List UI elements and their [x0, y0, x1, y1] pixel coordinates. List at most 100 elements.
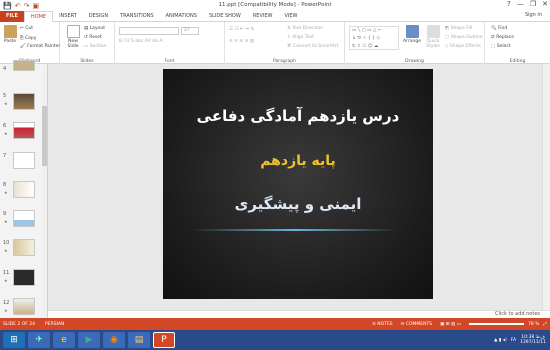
align-text-button[interactable]: ⇳ Align Text — [287, 35, 314, 40]
font-format-buttons[interactable]: B I U S abc AV Aa A — [119, 39, 162, 44]
paragraph-group: ☰ ☷ ⇤ ⇥ ⇅ ≡ ≡ ≡ ≡ ▥ ⇅ Text Direction ⇳ A… — [225, 22, 345, 64]
slide-thumbnail[interactable] — [13, 239, 35, 256]
tab-home[interactable]: HOME — [23, 10, 54, 22]
list-buttons[interactable]: ☰ ☷ ⇤ ⇥ ⇅ — [229, 27, 254, 32]
language-indicator[interactable]: PERSIAN — [45, 322, 64, 327]
start-button[interactable]: ⊞ — [3, 332, 25, 348]
tab-animations[interactable]: ANIMATIONS — [160, 11, 203, 22]
animation-star-icon: ★ — [4, 131, 8, 136]
comments-button[interactable]: ✉ COMMENTS — [401, 322, 432, 327]
font-size-combo[interactable]: 27 — [181, 27, 199, 35]
select-button[interactable]: ⬚ Select — [491, 44, 511, 49]
thumbnail-number: 9 — [3, 211, 7, 217]
arrange-button[interactable]: Arrange — [402, 25, 422, 44]
animation-star-icon: ★ — [4, 248, 8, 253]
slide-decorative-line — [193, 229, 398, 231]
text-direction-button[interactable]: ⇅ Text Direction — [287, 26, 323, 31]
window-title: 11.ppt [Compatibility Mode] - PowerPoint — [218, 2, 332, 8]
title-bar: 💾 ↶ ↷ ▣ 11.ppt [Compatibility Mode] - Po… — [0, 0, 550, 11]
slide-thumbnail[interactable] — [13, 152, 35, 169]
restore-button[interactable]: ❐ — [530, 0, 536, 8]
copy-button[interactable]: ⎘ Copy — [20, 35, 36, 41]
slide-thumbnail[interactable] — [13, 181, 35, 198]
tab-file[interactable]: FILE — [0, 10, 24, 22]
new-slide-button[interactable]: New Slide — [64, 25, 82, 49]
slide-subtitle[interactable]: پایه یازدهم — [163, 153, 433, 169]
help-icon[interactable]: ? — [507, 0, 511, 8]
view-buttons[interactable]: ▣ ⊞ ▥ ▭ — [440, 322, 461, 327]
font-name-combo[interactable] — [119, 27, 179, 35]
tab-slide-show[interactable]: SLIDE SHOW — [203, 11, 247, 22]
zoom-slider[interactable] — [468, 323, 524, 325]
find-button[interactable]: 🔍 Find — [491, 26, 507, 31]
main-area: 4 5 ★ 6 ★ 7 8 ★ 9 ★ 10 ★ 11 ★ 12 ★ درس ی… — [0, 60, 550, 318]
thumbnail-number: 4 — [3, 66, 7, 72]
arrange-icon — [405, 25, 419, 38]
shape-fill-button[interactable]: ◩ Shape Fill — [445, 26, 472, 31]
input-language[interactable]: FA — [511, 338, 516, 343]
taskbar-powerpoint-icon[interactable]: P — [153, 332, 175, 348]
clock[interactable]: 10:38 ق.ظ 1397/11/11 — [520, 335, 546, 345]
minimize-button[interactable]: — — [517, 0, 524, 8]
slides-group: New Slide ▤ Layout ↺ Reset ▭ Section Sli… — [60, 22, 115, 64]
section-button[interactable]: ▭ Section — [84, 44, 106, 49]
new-slide-icon — [66, 25, 80, 38]
notes-pane[interactable]: Click to add notes — [48, 310, 550, 318]
layout-button[interactable]: ▤ Layout — [84, 26, 105, 31]
animation-star-icon: ★ — [4, 278, 8, 283]
thumbnail-scrollbar[interactable] — [42, 66, 47, 316]
taskbar-media-icon[interactable]: ▶ — [78, 332, 100, 348]
reset-button[interactable]: ↺ Reset — [84, 35, 102, 40]
align-buttons[interactable]: ≡ ≡ ≡ ≡ ▥ — [229, 39, 254, 44]
slide-thumbnail[interactable] — [13, 122, 35, 139]
current-slide[interactable]: درس یازدهم آمادگی دفاعی پایه یازدهم ایمن… — [163, 69, 433, 299]
shape-effects-button[interactable]: ◇ Shape Effects — [445, 44, 481, 49]
slide-thumbnail[interactable] — [13, 93, 35, 110]
zoom-level[interactable]: 78 % — [528, 322, 539, 327]
tab-design[interactable]: DESIGN — [83, 11, 114, 22]
slide-title[interactable]: درس یازدهم آمادگی دفاعی — [163, 107, 433, 125]
slide-thumbnail[interactable] — [13, 269, 35, 286]
shape-outline-button[interactable]: ▢ Shape Outline — [445, 35, 483, 40]
slide-thumbnails-pane: 4 5 ★ 6 ★ 7 8 ★ 9 ★ 10 ★ 11 ★ 12 ★ — [0, 60, 48, 318]
thumbnail-number: 11 — [3, 270, 10, 276]
taskbar-firefox-icon[interactable]: ◉ — [103, 332, 125, 348]
scrollbar-thumb[interactable] — [42, 106, 47, 166]
taskbar-ie-icon[interactable]: e — [53, 332, 75, 348]
thumbnail-number: 7 — [3, 153, 7, 159]
paste-button[interactable]: Paste — [2, 25, 18, 44]
thumbnail-number: 5 — [3, 93, 7, 99]
notes-placeholder: Click to add notes — [495, 311, 540, 317]
cut-button[interactable]: ✂ Cut — [20, 26, 33, 31]
tab-transitions[interactable]: TRANSITIONS — [114, 11, 160, 22]
close-button[interactable]: ✕ — [542, 0, 548, 8]
slide-scrollbar[interactable] — [542, 64, 550, 318]
windows-taskbar: ⊞ ✈ e ▶ ◉ ▤ P ▲ ▮ ◂) FA 10:38 ق.ظ 1397/1… — [0, 330, 550, 350]
thumbnail-number: 10 — [3, 240, 10, 246]
shapes-gallery[interactable]: ▭ ╲ ○ ▭ △ ⌐ ↳ ⬭ ☆ { } ◇ ↻ ⇧ ⬠ ☺ ☁ — [349, 26, 399, 50]
fit-to-window-icon[interactable]: ⤢ — [543, 321, 547, 327]
format-painter-button[interactable]: 🖌 Format Painter — [20, 44, 60, 49]
quick-styles-button[interactable]: Quick Styles — [423, 25, 443, 49]
tab-insert[interactable]: INSERT — [53, 11, 83, 22]
slide-thumbnail[interactable] — [13, 60, 35, 71]
tray-icons[interactable]: ▲ ▮ ◂) — [494, 338, 507, 343]
replace-button[interactable]: ⇄ Replace — [491, 35, 514, 40]
drawing-group: ▭ ╲ ○ ▭ △ ⌐ ↳ ⬭ ☆ { } ◇ ↻ ⇧ ⬠ ☺ ☁ Arrange … — [345, 22, 485, 64]
tab-view[interactable]: VIEW — [278, 11, 303, 22]
slide-thumbnail[interactable] — [13, 210, 35, 227]
slide-text[interactable]: ایمنی و پیشگیری — [163, 195, 433, 213]
notes-button[interactable]: ≡ NOTES — [372, 322, 393, 327]
quick-styles-icon — [426, 25, 440, 38]
taskbar-telegram-icon[interactable]: ✈ — [28, 332, 50, 348]
taskbar-explorer-icon[interactable]: ▤ — [128, 332, 150, 348]
tab-review[interactable]: REVIEW — [247, 11, 279, 22]
slide-counter: SLIDE 2 OF 24 — [3, 321, 36, 327]
animation-star-icon: ★ — [4, 190, 8, 195]
convert-smartart-button[interactable]: ⌘ Convert to SmartArt — [287, 44, 338, 49]
sign-in-link[interactable]: Sign in — [525, 12, 542, 18]
ribbon: Paste ✂ Cut ⎘ Copy 🖌 Format Painter Clip… — [0, 22, 550, 64]
clipboard-group: Paste ✂ Cut ⎘ Copy 🖌 Format Painter Clip… — [0, 22, 60, 64]
animation-star-icon: ★ — [4, 101, 8, 106]
slide-thumbnail[interactable] — [13, 298, 35, 315]
